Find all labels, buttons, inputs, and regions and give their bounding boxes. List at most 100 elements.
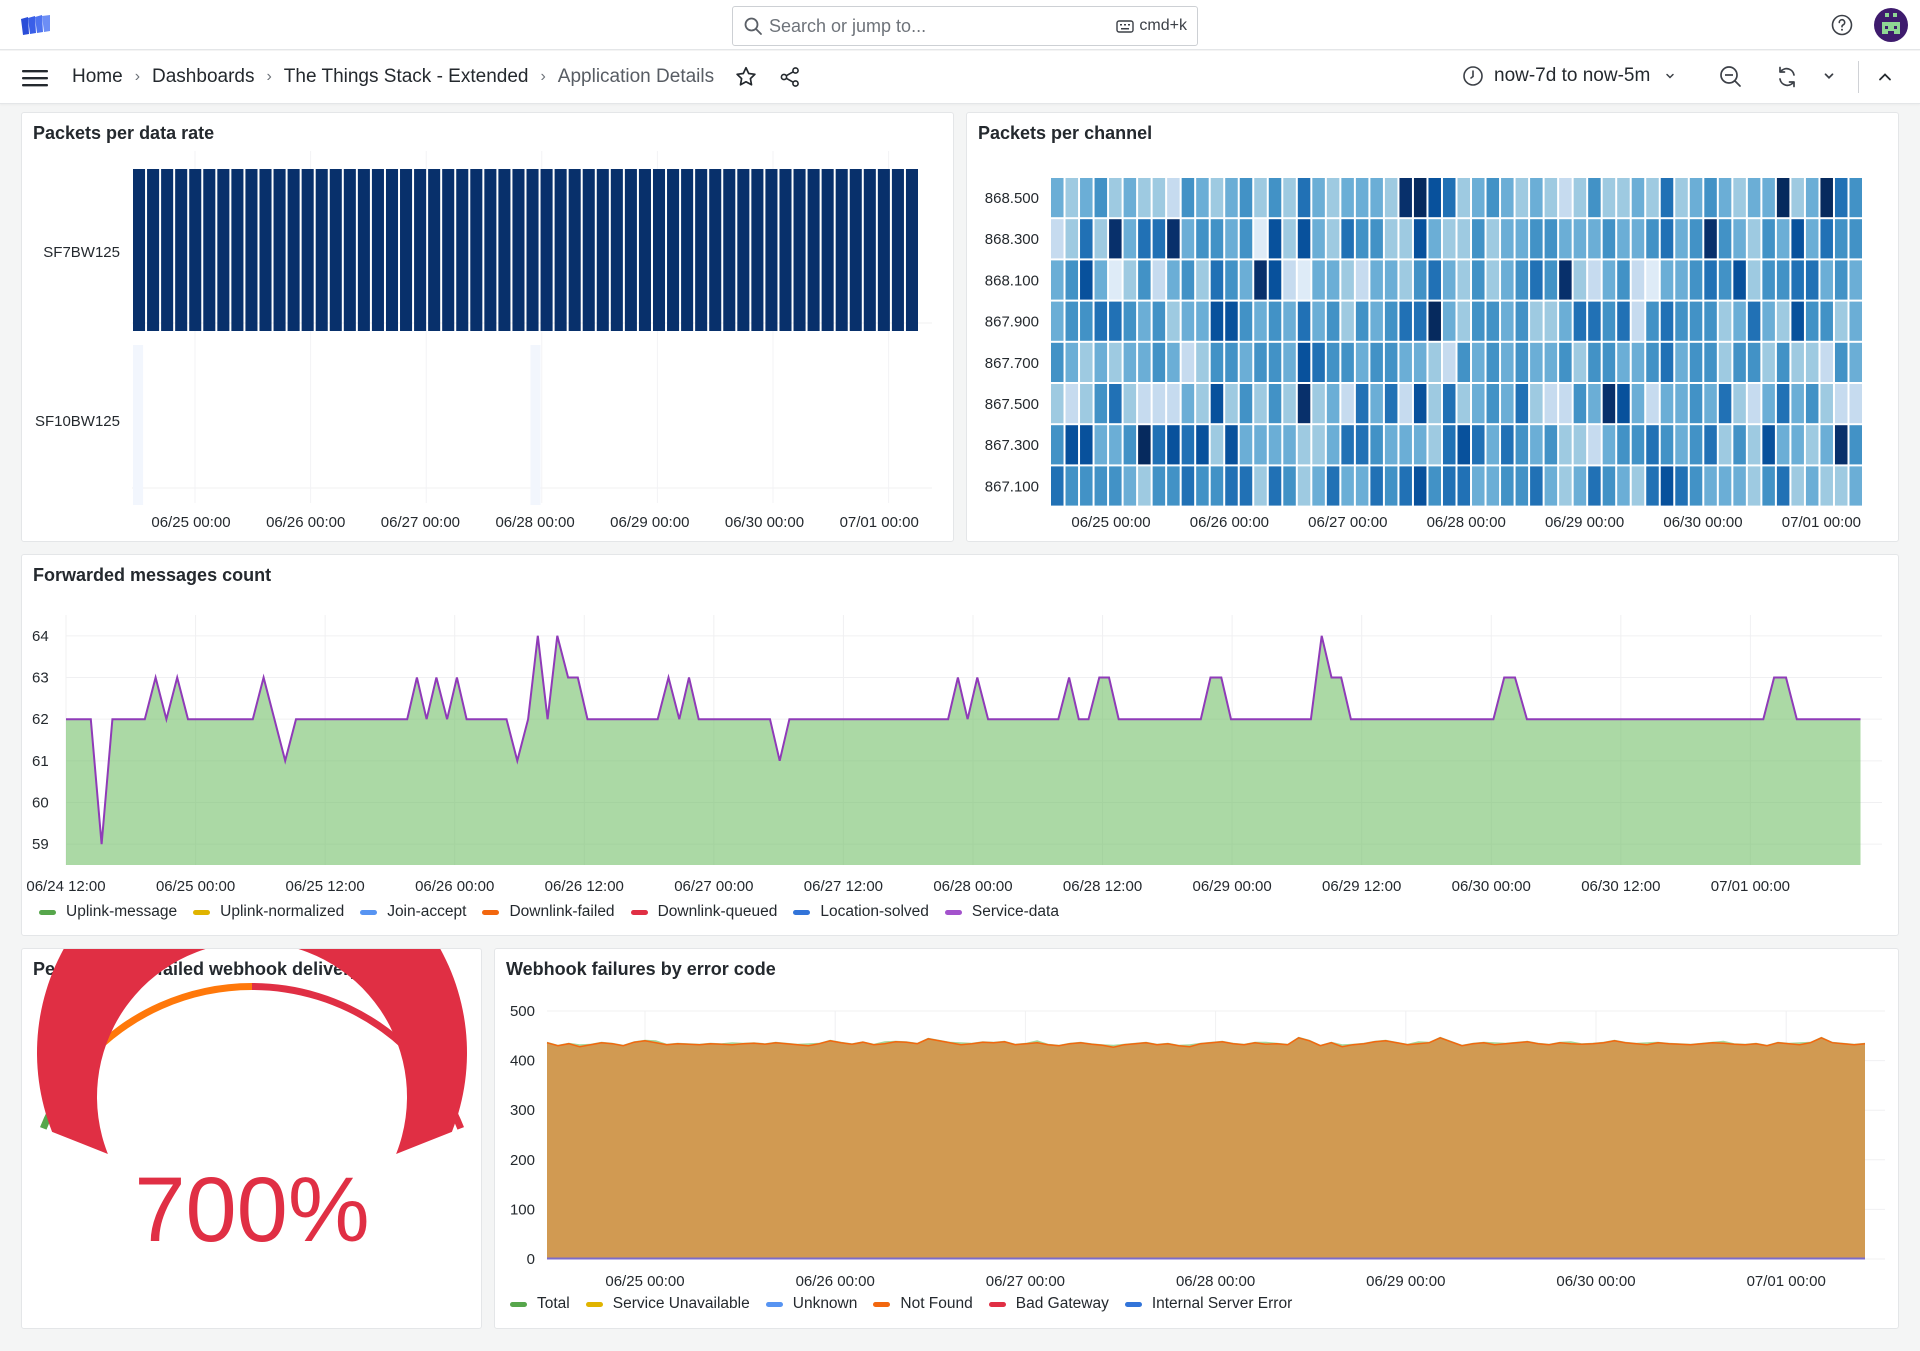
- heatmap-cell: [1297, 466, 1311, 506]
- refresh-icon[interactable]: [1774, 64, 1800, 90]
- heatmap-cell: [1849, 384, 1862, 424]
- heatmap-cell: [1442, 466, 1456, 506]
- heatmap-cell: [1820, 301, 1833, 341]
- heatmap-cell: [1225, 384, 1238, 424]
- legend-item[interactable]: Total: [510, 1295, 570, 1313]
- heatmap-cell: [1805, 425, 1819, 465]
- heatmap-cell: [793, 169, 806, 331]
- time-range-picker[interactable]: now-7d to now-5m: [1462, 65, 1676, 87]
- x-tick-label: 07/01 00:00: [1711, 878, 1790, 895]
- heatmap-cell: [1094, 342, 1108, 382]
- hamburger-menu-icon[interactable]: [22, 68, 48, 88]
- y-tick-label: 200: [510, 1152, 535, 1169]
- legend-label: Downlink-queued: [657, 903, 778, 920]
- legend-item[interactable]: Internal Server Error: [1124, 1295, 1292, 1313]
- heatmap-cell: [1776, 260, 1790, 300]
- heatmap-cell: [1747, 178, 1761, 218]
- heatmap-cell: [1791, 219, 1804, 259]
- heatmap-cell: [1820, 466, 1833, 506]
- grafana-logo-icon[interactable]: [20, 14, 52, 36]
- heatmap-cell: [1515, 260, 1529, 300]
- heatmap-cell: [1776, 178, 1790, 218]
- heatmap-cell: [1573, 301, 1587, 341]
- legend-item[interactable]: Uplink-normalized: [193, 903, 344, 921]
- zoom-out-icon[interactable]: [1718, 64, 1744, 90]
- legend-item[interactable]: Not Found: [873, 1295, 973, 1313]
- chevron-up-icon[interactable]: [1876, 68, 1894, 86]
- heatmap-cell: [1501, 425, 1514, 465]
- heatmap-cell: [1573, 466, 1587, 506]
- star-icon[interactable]: [734, 65, 758, 89]
- legend-item[interactable]: Downlink-queued: [630, 903, 778, 921]
- breadcrumb-home[interactable]: Home: [72, 66, 123, 88]
- heatmap-cell: [231, 169, 244, 331]
- x-tick-label: 06/30 00:00: [725, 514, 804, 531]
- search-bar[interactable]: Search or jump to... cmd+k: [732, 6, 1198, 46]
- user-avatar[interactable]: [1874, 8, 1908, 42]
- heatmap-cell: [1254, 384, 1267, 424]
- legend-item[interactable]: Join-accept: [360, 903, 466, 921]
- heatmap-cell: [1399, 260, 1412, 300]
- legend-item[interactable]: Service Unavailable: [585, 1295, 750, 1313]
- x-tick-label: 06/25 12:00: [286, 878, 365, 895]
- search-placeholder[interactable]: Search or jump to...: [769, 16, 1116, 37]
- share-icon[interactable]: [778, 65, 802, 89]
- legend-item[interactable]: Bad Gateway: [988, 1295, 1109, 1313]
- heatmap-cell: [1834, 466, 1848, 506]
- heatmap-cell: [1297, 342, 1311, 382]
- heatmap-cell: [1138, 425, 1151, 465]
- heatmap-cell: [1660, 466, 1674, 506]
- heatmap-cell: [1239, 178, 1253, 218]
- chevron-down-icon[interactable]: [1664, 70, 1676, 82]
- heatmap-cell: [1399, 301, 1412, 341]
- heatmap-cell: [1805, 301, 1819, 341]
- heatmap-cell: [1370, 425, 1383, 465]
- heatmap-cell: [1689, 466, 1703, 506]
- legend-item[interactable]: Uplink-message: [39, 903, 177, 921]
- heatmap-cell: [1718, 219, 1732, 259]
- heatmap-cell: [1167, 425, 1180, 465]
- heatmap-cell: [751, 169, 764, 331]
- heatmap-cell: [1486, 301, 1500, 341]
- heatmap-cell: [1762, 178, 1775, 218]
- heatmap-cell: [1326, 260, 1340, 300]
- heatmap-cell: [863, 169, 876, 331]
- heatmap-cell: [1617, 178, 1630, 218]
- legend-item[interactable]: Location-solved: [793, 903, 929, 921]
- breadcrumb-folder[interactable]: The Things Stack - Extended: [284, 66, 529, 88]
- legend-swatch: [1124, 1301, 1142, 1307]
- x-tick-label: 06/30 12:00: [1581, 878, 1660, 895]
- legend-label: Service-data: [971, 903, 1059, 920]
- heatmap-cell: [1486, 178, 1500, 218]
- legend-item[interactable]: Downlink-failed: [482, 903, 615, 921]
- heatmap-cell: [287, 169, 300, 331]
- legend-item[interactable]: Service-data: [944, 903, 1059, 921]
- refresh-interval-chevron-icon[interactable]: [1822, 69, 1836, 83]
- heatmap-cell: [1225, 178, 1238, 218]
- x-tick-label: 06/28 00:00: [1176, 1273, 1255, 1290]
- x-tick-label: 06/29 00:00: [1545, 514, 1624, 531]
- x-tick-label: 06/26 00:00: [415, 878, 494, 895]
- help-circle-icon[interactable]: [1830, 13, 1854, 37]
- heatmap-cell: [1472, 384, 1485, 424]
- heatmap-cell: [1210, 178, 1224, 218]
- heatmap-cell: [1268, 178, 1282, 218]
- heatmap-cell: [1051, 425, 1064, 465]
- time-range-label[interactable]: now-7d to now-5m: [1494, 65, 1650, 87]
- heatmap-cell: [133, 345, 144, 505]
- heatmap-cell: [1559, 425, 1572, 465]
- y-tick-label: 61: [32, 753, 49, 770]
- heatmap-cell: [1675, 342, 1688, 382]
- heatmap-cell: [470, 169, 483, 331]
- heatmap-cell: [1239, 384, 1253, 424]
- heatmap-cell: [1515, 178, 1529, 218]
- heatmap-cell: [530, 345, 541, 505]
- heatmap-cell: [1138, 219, 1151, 259]
- heatmap-cell: [1123, 384, 1137, 424]
- breadcrumb-dashboards[interactable]: Dashboards: [152, 66, 254, 88]
- heatmap-cell: [1660, 384, 1674, 424]
- heatmap-cell: [1442, 178, 1456, 218]
- heatmap-cell: [1297, 301, 1311, 341]
- legend-swatch: [765, 1301, 783, 1307]
- legend-item[interactable]: Unknown: [765, 1295, 857, 1313]
